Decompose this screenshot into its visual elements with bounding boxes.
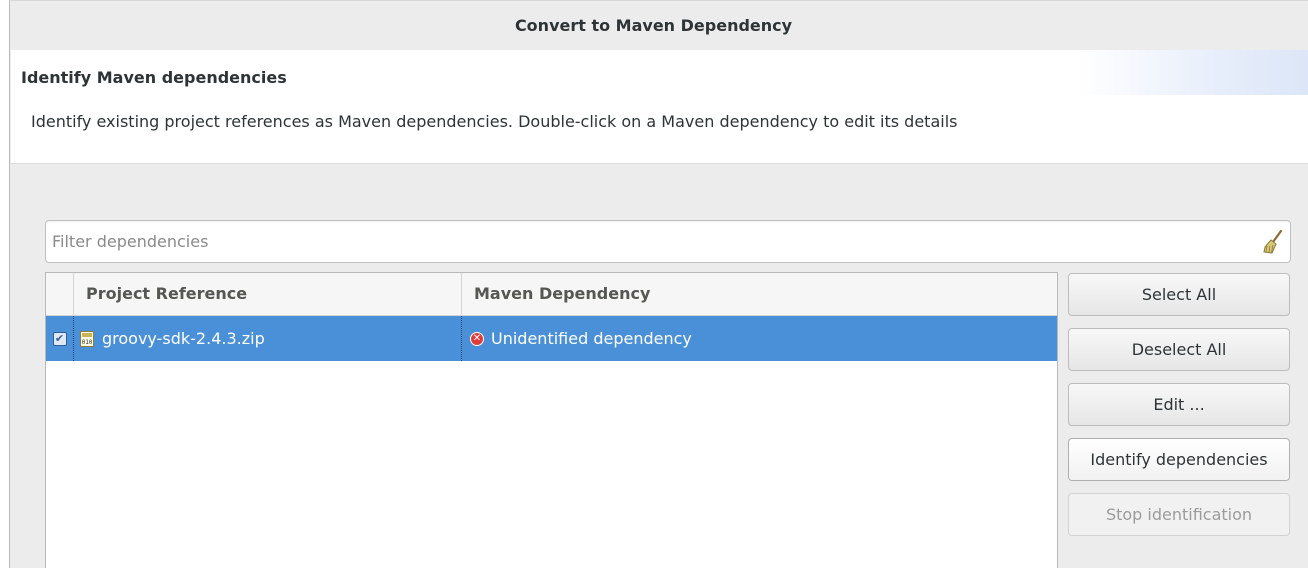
dialog-window: Convert to Maven Dependency Identify Mav… — [0, 0, 1308, 568]
identify-dependencies-button[interactable]: Identify dependencies — [1068, 438, 1290, 481]
wizard-banner: Identify Maven dependencies Identify exi… — [11, 50, 1308, 164]
banner-gradient — [1078, 50, 1308, 95]
broom-icon[interactable] — [1262, 229, 1284, 255]
filter-input[interactable] — [52, 221, 1252, 262]
table-header: Project Reference Maven Dependency — [46, 273, 1057, 316]
row-checkbox[interactable]: ✔ — [52, 331, 67, 346]
left-window-edge — [0, 0, 10, 568]
zip-archive-icon: 010 — [80, 330, 94, 347]
header-check-column — [46, 273, 74, 315]
banner-description: Identify existing project references as … — [31, 112, 958, 131]
header-maven-dependency[interactable]: Maven Dependency — [462, 273, 1057, 315]
project-reference-text: groovy-sdk-2.4.3.zip — [102, 329, 265, 348]
filter-field[interactable] — [45, 220, 1291, 263]
maven-dependency-cell[interactable]: ✕ Unidentified dependency — [462, 316, 1057, 361]
error-icon: ✕ — [470, 331, 484, 346]
banner-title: Identify Maven dependencies — [21, 68, 287, 87]
maven-dependency-text: Unidentified dependency — [491, 329, 692, 348]
select-all-button[interactable]: Select All — [1068, 273, 1290, 316]
project-reference-cell[interactable]: 010 groovy-sdk-2.4.3.zip — [74, 316, 462, 361]
stop-identification-button[interactable]: Stop identification — [1068, 493, 1290, 536]
deselect-all-button[interactable]: Deselect All — [1068, 328, 1290, 371]
dependency-table[interactable]: Project Reference Maven Dependency ✔ 010… — [45, 272, 1058, 568]
row-check-cell[interactable]: ✔ — [46, 316, 74, 361]
dialog-title: Convert to Maven Dependency — [514, 16, 793, 35]
header-project-reference[interactable]: Project Reference — [74, 273, 462, 315]
edit-button[interactable]: Edit ... — [1068, 383, 1290, 426]
dialog-titlebar[interactable]: Convert to Maven Dependency — [11, 0, 1308, 50]
table-row[interactable]: ✔ 010 groovy-sdk-2.4.3.zip ✕ Unidentifie… — [46, 316, 1057, 361]
